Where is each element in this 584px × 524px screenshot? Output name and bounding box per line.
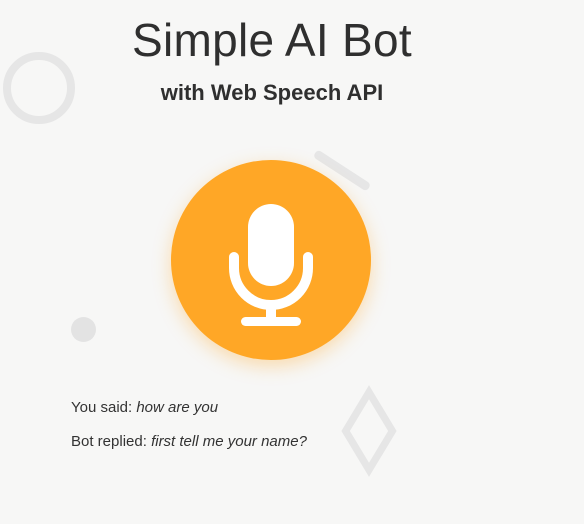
bot-replied-label: Bot replied: xyxy=(71,433,147,450)
conversation-output: You said: how are you Bot replied: first… xyxy=(71,398,307,466)
bot-replied-line: Bot replied: first tell me your name? xyxy=(71,432,307,451)
decorative-diamond xyxy=(341,385,397,477)
you-said-text: how are you xyxy=(136,399,219,416)
you-said-line: You said: how are you xyxy=(71,398,307,417)
you-said-label: You said: xyxy=(71,399,133,416)
bot-replied-text: first tell me your name? xyxy=(151,433,307,450)
microphone-icon xyxy=(229,204,313,326)
talk-button[interactable] xyxy=(171,160,371,360)
page-title: Simple AI Bot xyxy=(131,14,413,66)
page-subtitle: with Web Speech API xyxy=(160,80,384,105)
decorative-dot xyxy=(71,317,96,342)
